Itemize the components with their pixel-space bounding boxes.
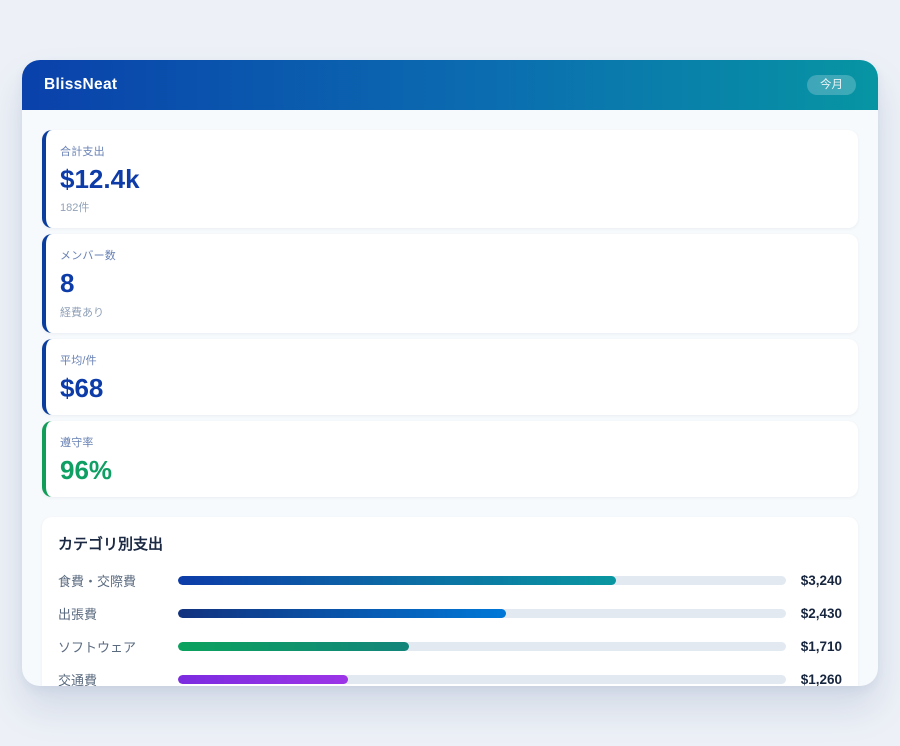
category-row: 交通費 $1,260: [58, 670, 842, 686]
stat-label: メンバー数: [60, 247, 842, 263]
bar-fill: [178, 675, 348, 684]
stat-value: 96%: [60, 457, 842, 484]
stat-sub: 182件: [60, 199, 842, 215]
category-value: $1,260: [786, 672, 842, 686]
category-value: $1,710: [786, 639, 842, 654]
bar-fill: [178, 642, 409, 651]
bar-track: [178, 642, 786, 651]
category-label: ソフトウェア: [58, 637, 178, 656]
bar-fill: [178, 609, 506, 618]
stat-card-member-count: メンバー数 8 経費あり: [42, 234, 858, 332]
app-title: BlissNeat: [44, 76, 117, 94]
category-row: 出張費 $2,430: [58, 604, 842, 623]
category-label: 交通費: [58, 670, 178, 686]
category-rows: 食費・交際費 $3,240 出張費 $2,430 ソフトウェア: [58, 571, 842, 686]
category-value: $2,430: [786, 606, 842, 621]
main-content: 合計支出 $12.4k 182件 メンバー数 8 経費あり 平均/件 $68 遵…: [22, 110, 878, 686]
stats-list: 合計支出 $12.4k 182件 メンバー数 8 経費あり 平均/件 $68 遵…: [42, 130, 858, 497]
stat-card-average-per-item: 平均/件 $68: [42, 339, 858, 415]
category-value: $3,240: [786, 573, 842, 588]
category-row: 食費・交際費 $3,240: [58, 571, 842, 590]
category-label: 食費・交際費: [58, 571, 178, 590]
period-badge[interactable]: 今月: [807, 75, 856, 96]
bar-track: [178, 609, 786, 618]
stat-sub: 経費あり: [60, 304, 842, 320]
stat-label: 遵守率: [60, 434, 842, 450]
app-header: BlissNeat 今月: [22, 60, 878, 110]
category-breakdown-card: カテゴリ別支出 食費・交際費 $3,240 出張費 $2,430: [42, 517, 858, 686]
stat-value: $68: [60, 375, 842, 402]
bar-fill: [178, 576, 616, 585]
bar-track: [178, 675, 786, 684]
stat-value: $12.4k: [60, 166, 842, 193]
category-row: ソフトウェア $1,710: [58, 637, 842, 656]
stat-label: 平均/件: [60, 352, 842, 368]
bar-track: [178, 576, 786, 585]
app-window: BlissNeat 今月 合計支出 $12.4k 182件 メンバー数 8 経費…: [22, 60, 878, 686]
category-label: 出張費: [58, 604, 178, 623]
stat-value: 8: [60, 270, 842, 297]
category-breakdown-title: カテゴリ別支出: [58, 533, 842, 554]
stat-card-compliance-rate: 遵守率 96%: [42, 421, 858, 497]
stat-label: 合計支出: [60, 143, 842, 159]
stat-card-total-spend: 合計支出 $12.4k 182件: [42, 130, 858, 228]
